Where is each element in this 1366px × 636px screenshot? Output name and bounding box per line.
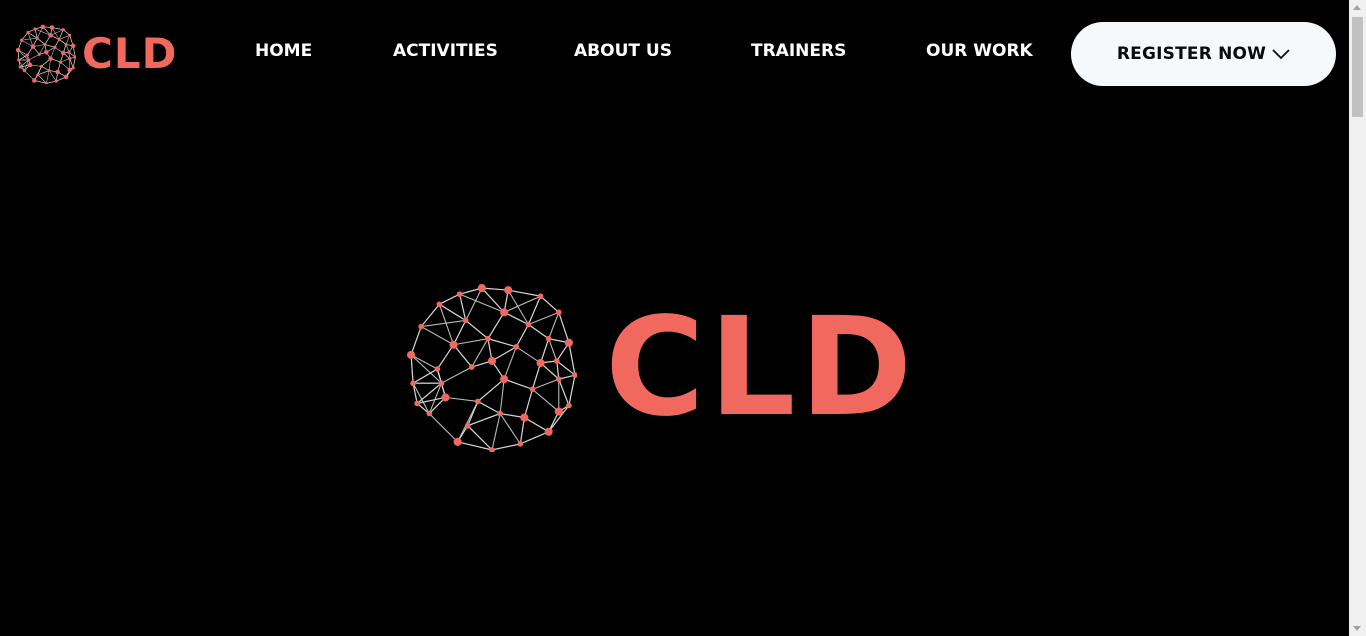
register-now-button[interactable]: REGISTER NOW	[1071, 22, 1336, 86]
scroll-down-arrow-icon[interactable]	[1353, 626, 1361, 631]
logo-wordmark: CLD	[82, 29, 178, 78]
page-scrollbar[interactable]	[1349, 0, 1366, 636]
scroll-up-arrow-icon[interactable]	[1353, 5, 1361, 10]
hero-logo-wordmark: CLD	[605, 289, 917, 447]
network-globe-icon	[16, 24, 76, 84]
site-header: CLD HOME ACTIVITIES ABOUT US TRAINERS OU…	[0, 0, 1349, 108]
nav-about-us[interactable]: ABOUT US	[574, 40, 672, 62]
nav-our-work[interactable]: OUR WORK	[926, 40, 1033, 62]
nav-trainers[interactable]: TRAINERS	[751, 40, 846, 62]
chevron-down-icon	[1272, 45, 1290, 64]
nav-activities[interactable]: ACTIVITIES	[393, 40, 498, 62]
scrollbar-thumb[interactable]	[1352, 17, 1363, 117]
page: CLD HOME ACTIVITIES ABOUT US TRAINERS OU…	[0, 0, 1366, 636]
nav-home[interactable]: HOME	[255, 40, 312, 62]
hero-logo: CLD	[405, 280, 950, 455]
network-globe-icon	[407, 284, 577, 452]
register-now-label: REGISTER NOW	[1116, 44, 1267, 64]
home-logo-link[interactable]: CLD	[16, 24, 196, 84]
